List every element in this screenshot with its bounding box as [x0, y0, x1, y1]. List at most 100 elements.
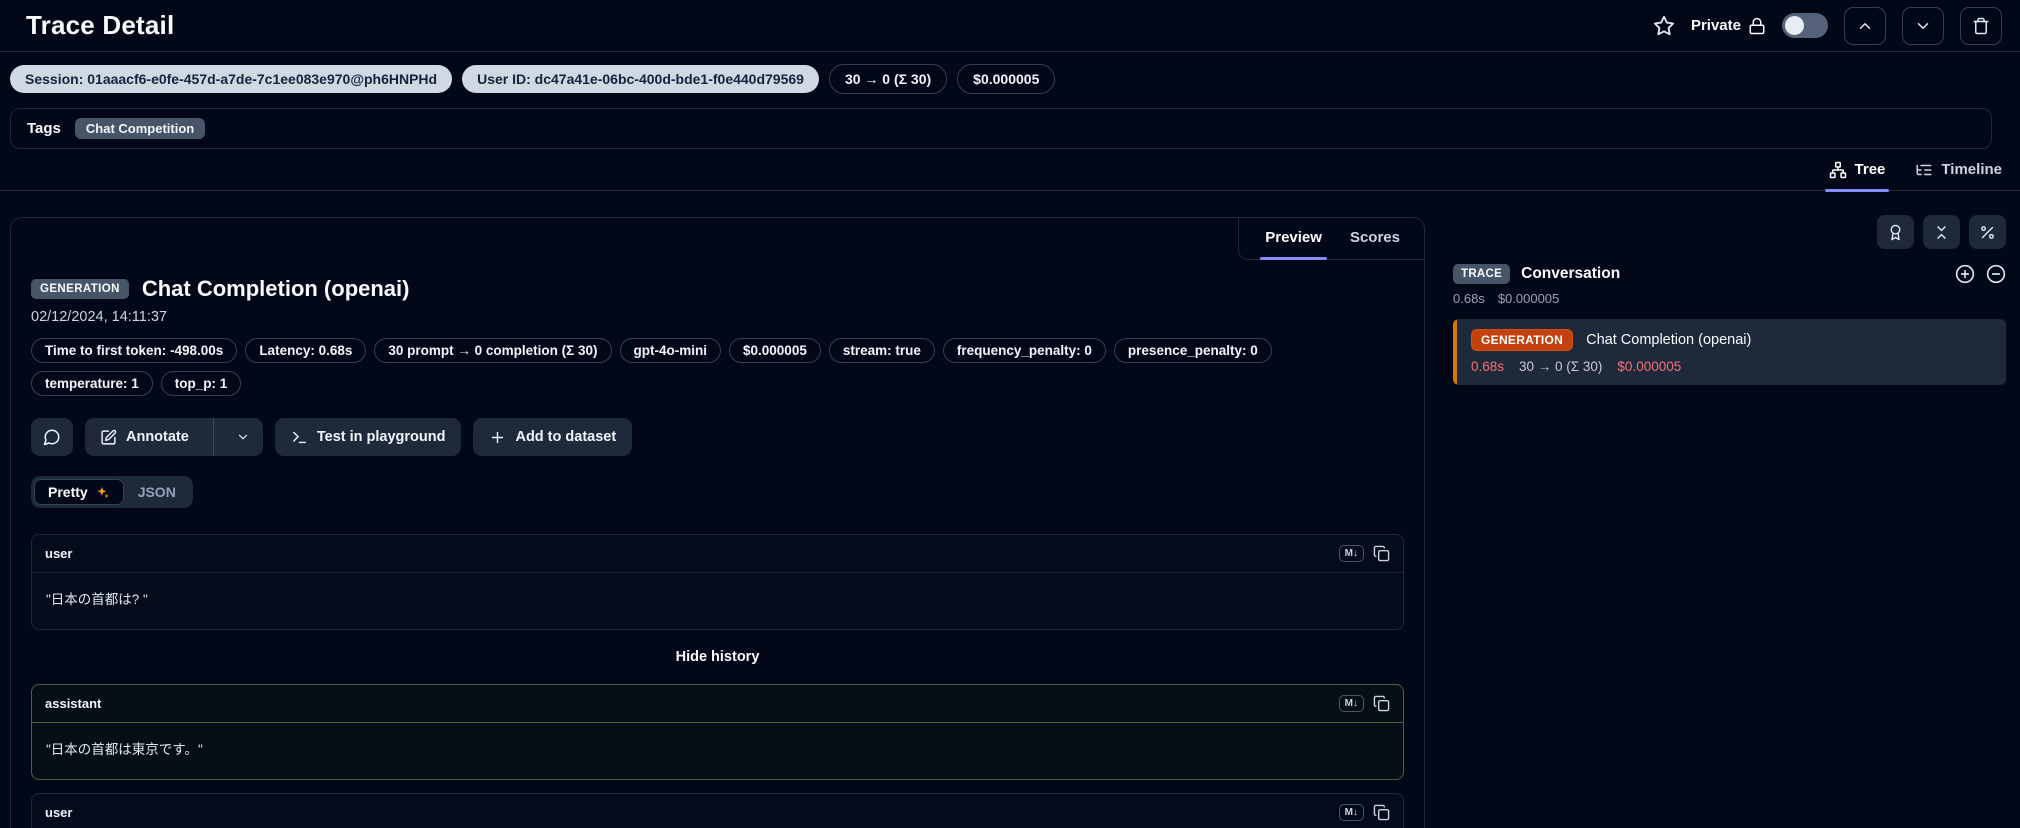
param-badge: gpt-4o-mini	[619, 338, 722, 363]
param-badge: $0.000005	[729, 338, 821, 363]
token-usage-badge: 30 → 0 (Σ 30)	[828, 64, 948, 94]
message-content: "日本の首都は? "	[46, 592, 148, 607]
previous-trace-button[interactable]	[1844, 6, 1886, 45]
markdown-toggle-icon[interactable]: M↓	[1338, 695, 1364, 712]
chevron-up-icon	[1856, 17, 1874, 35]
tab-scores[interactable]: Scores	[1350, 229, 1400, 246]
circle-minus-icon	[1986, 264, 2006, 284]
chevrons-down-up-icon	[1933, 224, 1950, 241]
message-role: user	[45, 546, 73, 561]
preview-body: GENERATION Chat Completion (openai) 02/1…	[11, 218, 1424, 828]
sparkles-icon	[95, 485, 110, 500]
trace-metrics: 0.68s $0.000005	[1453, 291, 2006, 306]
param-badge: 30 prompt → 0 completion (Σ 30)	[374, 338, 612, 363]
cost-badge: $0.000005	[957, 64, 1056, 94]
chevron-down-icon	[236, 430, 250, 444]
bookmark-star-button[interactable]	[1653, 15, 1675, 37]
messages-list: user M↓ "日本の首都は? " Hide history assistan…	[31, 534, 1404, 828]
topbar: Trace Detail Private	[0, 0, 2020, 52]
node-latency: 0.68s	[1471, 359, 1505, 374]
tab-tree-label: Tree	[1854, 161, 1886, 178]
trace-root-row[interactable]: TRACE Conversation	[1453, 264, 2006, 284]
message-header: assistant M↓	[32, 685, 1403, 723]
observation-preview-card: Preview Scores GENERATION Chat Completio…	[10, 217, 1425, 828]
content-area: Preview Scores GENERATION Chat Completio…	[0, 191, 2020, 828]
tab-preview[interactable]: Preview	[1260, 229, 1327, 260]
trace-name: Conversation	[1521, 265, 1621, 282]
message-role: user	[45, 805, 73, 820]
add-to-dataset-button[interactable]: Add to dataset	[473, 418, 633, 456]
tab-tree[interactable]: Tree	[1824, 157, 1890, 192]
pretty-label: Pretty	[48, 484, 88, 500]
privacy-status: Private	[1691, 17, 1766, 35]
trace-cost: $0.000005	[1497, 291, 1560, 306]
message-header: user M↓	[32, 794, 1403, 828]
collapse-all-button[interactable]	[1923, 215, 1960, 249]
chevron-down-icon	[1914, 17, 1932, 35]
json-tab[interactable]: JSON	[124, 479, 190, 505]
comment-icon	[43, 428, 61, 446]
param-badge: top_p: 1	[160, 371, 242, 396]
pretty-tab[interactable]: Pretty	[34, 479, 124, 505]
message-user-1: user M↓ "日本の首都は? "	[31, 534, 1404, 630]
trace-type-badge: TRACE	[1453, 264, 1511, 284]
scores-display-button[interactable]	[1877, 215, 1914, 249]
copy-icon[interactable]	[1373, 545, 1390, 562]
annotate-dropdown[interactable]	[223, 418, 263, 456]
trace-latency: 0.68s	[1453, 291, 1485, 306]
tags-label: Tags	[27, 120, 61, 137]
tree-toolbar	[1453, 215, 2006, 249]
delete-trace-button[interactable]	[1960, 6, 2002, 45]
node-tokens: 30 → 0 (Σ 30)	[1519, 359, 1603, 374]
node-header: GENERATION Chat Completion (openai)	[1471, 329, 1994, 351]
next-trace-button[interactable]	[1902, 6, 1944, 45]
message-content: "日本の首都は東京です。"	[46, 742, 203, 757]
param-badge: presence_penalty: 0	[1113, 338, 1272, 363]
tree-icon	[1829, 161, 1847, 179]
trace-meta-row: Session: 01aaacf6-e0fe-457d-a7de-7c1ee08…	[0, 52, 2020, 104]
pen-square-icon	[100, 429, 117, 446]
tab-timeline[interactable]: Timeline	[1915, 157, 2002, 190]
award-icon	[1887, 224, 1904, 241]
user-id-badge[interactable]: User ID: dc47a41e-06bc-400d-bde1-f0e440d…	[462, 65, 819, 93]
lock-icon	[1748, 17, 1766, 35]
tree-node-generation[interactable]: GENERATION Chat Completion (openai) 0.68…	[1453, 319, 2006, 385]
toggle-knob	[1785, 16, 1804, 35]
comments-button[interactable]	[31, 418, 73, 456]
markdown-toggle-icon[interactable]: M↓	[1338, 804, 1364, 821]
generation-title: Chat Completion (openai)	[141, 276, 410, 301]
param-badge: frequency_penalty: 0	[942, 338, 1106, 363]
percent-icon	[1979, 224, 1996, 241]
view-tabs: Tree Timeline	[0, 157, 2020, 192]
param-badge: Time to first token: -498.00s	[31, 338, 238, 363]
annotate-label: Annotate	[126, 429, 189, 445]
annotate-main[interactable]: Annotate	[85, 418, 204, 456]
generation-header: GENERATION Chat Completion (openai)	[31, 276, 1404, 302]
public-toggle[interactable]	[1782, 13, 1828, 38]
param-badge: stream: true	[828, 338, 935, 363]
message-header: user M↓	[32, 535, 1403, 573]
collapse-tree-button[interactable]	[1986, 264, 2006, 284]
node-metrics: 0.68s 30 → 0 (Σ 30) $0.000005	[1471, 359, 1994, 374]
tag-chat-competition[interactable]: Chat Competition	[74, 118, 206, 139]
copy-icon[interactable]	[1373, 695, 1390, 712]
metrics-display-button[interactable]	[1969, 215, 2006, 249]
timeline-icon	[1915, 161, 1933, 179]
expand-all-button[interactable]	[1955, 264, 1975, 284]
hide-history-button[interactable]: Hide history	[31, 630, 1404, 684]
session-badge[interactable]: Session: 01aaacf6-e0fe-457d-a7de-7c1ee08…	[10, 65, 453, 93]
parameter-badges: Time to first token: -498.00s Latency: 0…	[31, 338, 1381, 396]
topbar-actions: Private	[1653, 6, 2002, 45]
copy-icon[interactable]	[1373, 804, 1390, 821]
test-in-playground-button[interactable]: Test in playground	[274, 418, 462, 456]
button-divider	[212, 418, 214, 456]
star-icon	[1653, 15, 1675, 37]
markdown-toggle-icon[interactable]: M↓	[1338, 545, 1364, 562]
plus-icon	[489, 429, 506, 446]
action-buttons: Annotate Test in playground Add to datas…	[31, 418, 1404, 456]
test-playground-label: Test in playground	[316, 429, 446, 445]
privacy-label: Private	[1690, 17, 1741, 34]
generation-timestamp: 02/12/2024, 14:11:37	[31, 309, 167, 325]
annotate-button[interactable]: Annotate	[85, 418, 263, 456]
node-cost: $0.000005	[1617, 359, 1682, 374]
